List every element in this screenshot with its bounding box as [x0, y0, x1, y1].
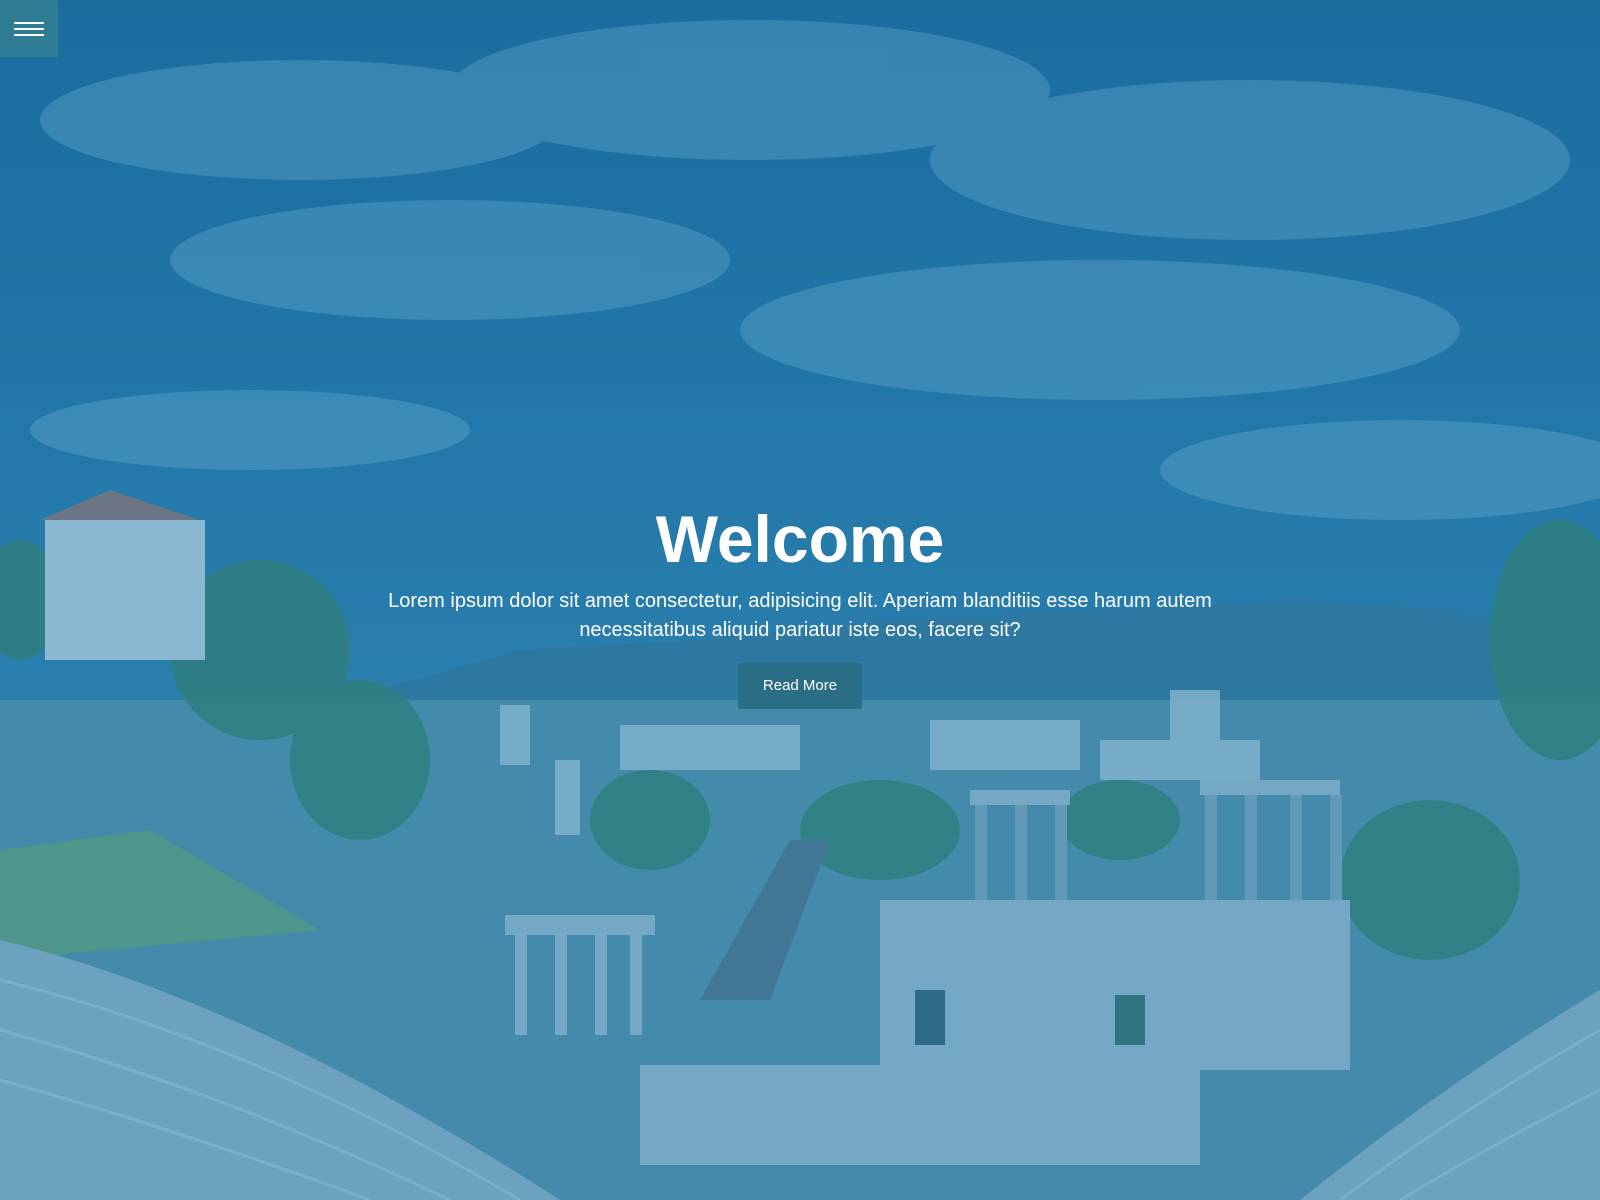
menu-button[interactable]	[0, 0, 58, 57]
hero-subtitle: Lorem ipsum dolor sit amet consectetur, …	[388, 590, 1212, 641]
hero-content: Welcome Lorem ipsum dolor sit amet conse…	[0, 495, 1600, 709]
hero-section: Welcome Lorem ipsum dolor sit amet conse…	[0, 0, 1600, 1200]
hamburger-menu-icon	[14, 18, 44, 40]
read-more-button[interactable]: Read More	[738, 663, 862, 709]
hero-title: Welcome	[655, 502, 945, 576]
